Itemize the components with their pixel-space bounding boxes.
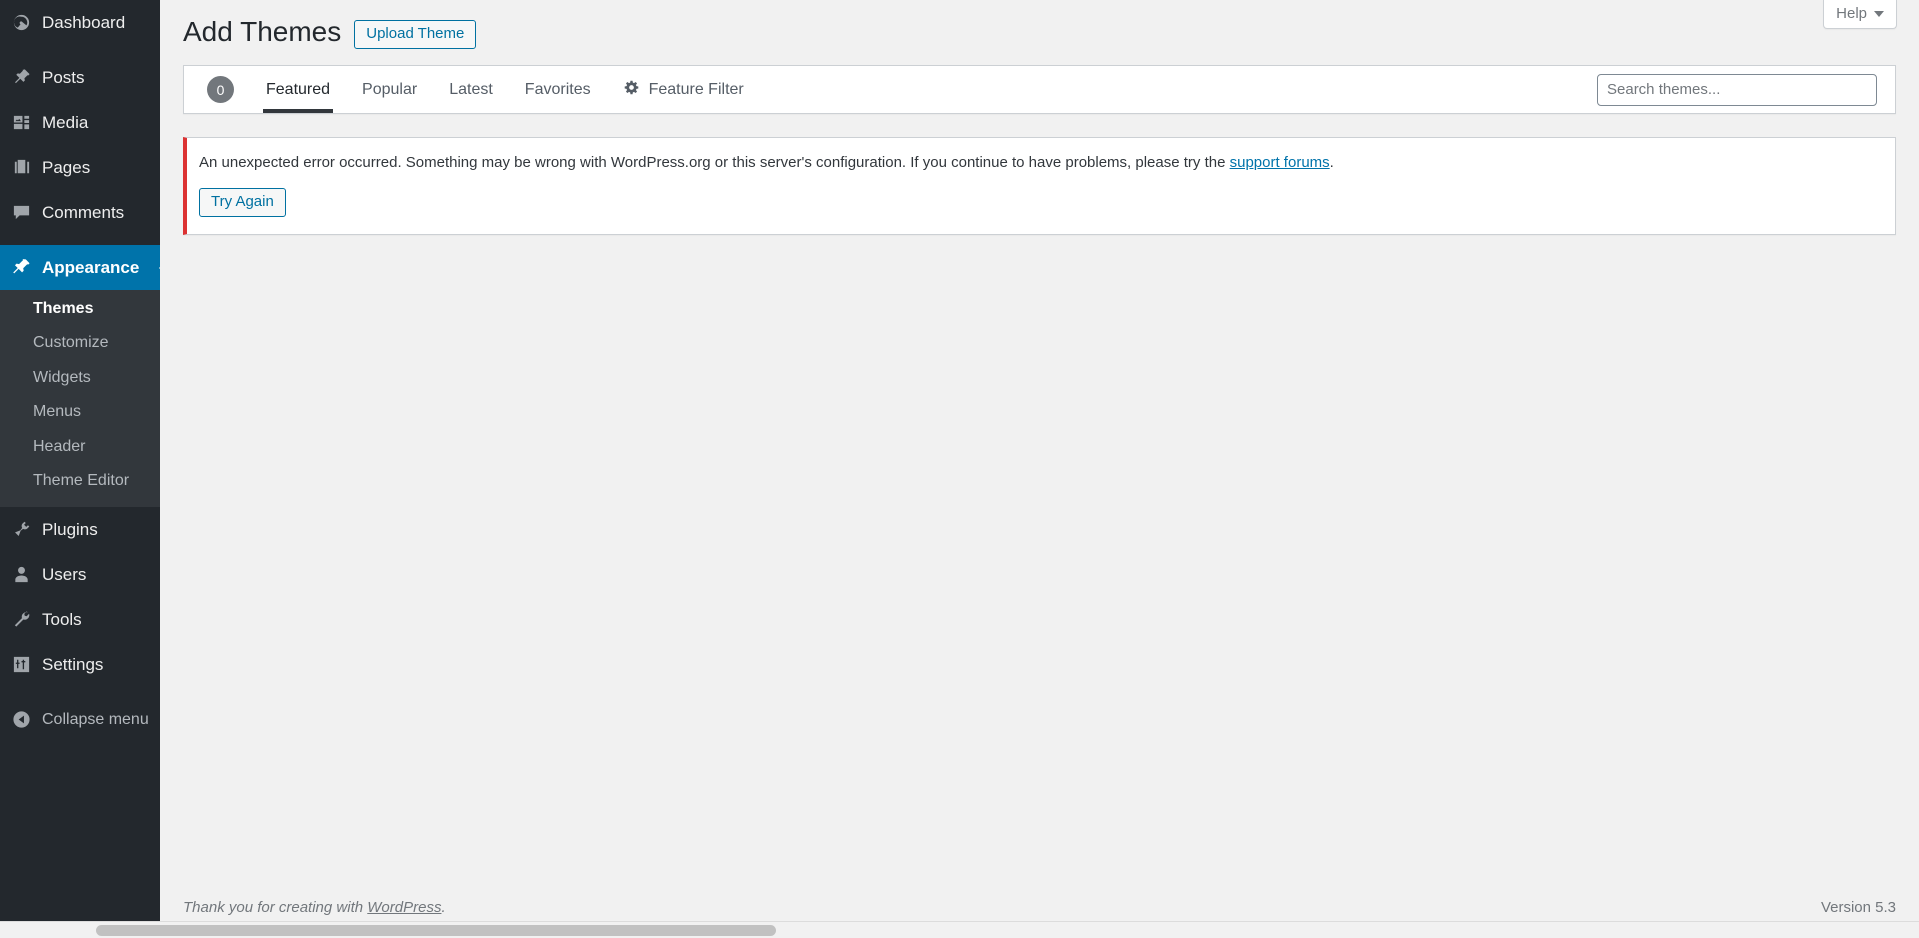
pin-icon bbox=[10, 67, 32, 89]
sidebar-item-label: Tools bbox=[42, 610, 82, 630]
sidebar-divider bbox=[0, 687, 160, 697]
scrollbar-thumb[interactable] bbox=[96, 925, 776, 936]
sidebar-item-tools[interactable]: Tools bbox=[0, 597, 160, 642]
sidebar-item-comments[interactable]: Comments bbox=[0, 190, 160, 235]
tab-favorites[interactable]: Favorites bbox=[509, 66, 607, 113]
sidebar-item-label: Posts bbox=[42, 68, 85, 87]
sidebar-divider bbox=[0, 235, 160, 245]
appearance-submenu: Themes Customize Widgets Menus Header Th… bbox=[0, 290, 160, 508]
sidebar-item-label: Users bbox=[42, 565, 87, 585]
error-text-after-link: . bbox=[1329, 154, 1334, 172]
gear-icon bbox=[623, 79, 640, 101]
appearance-brush-icon bbox=[10, 257, 32, 279]
tab-feature-filter-label: Feature Filter bbox=[648, 80, 744, 98]
horizontal-scrollbar[interactable] bbox=[0, 921, 1919, 938]
support-forums-link[interactable]: support forums bbox=[1230, 154, 1330, 171]
page-header: Add Themes Upload Theme bbox=[160, 0, 1919, 50]
footer-thanks: Thank you for creating with WordPress. bbox=[183, 899, 446, 916]
sidebar-item-posts[interactable]: Posts bbox=[0, 55, 160, 100]
sidebar-item-settings[interactable]: Settings bbox=[0, 642, 160, 687]
sidebar-item-pages[interactable]: Pages bbox=[0, 145, 160, 190]
media-icon bbox=[10, 112, 32, 134]
sidebar-item-dashboard[interactable]: Dashboard bbox=[0, 0, 160, 45]
sidebar-item-plugins[interactable]: Plugins bbox=[0, 507, 160, 552]
tab-popular[interactable]: Popular bbox=[346, 66, 433, 113]
sidebar-item-appearance[interactable]: Appearance bbox=[0, 245, 168, 290]
submenu-item-customize[interactable]: Customize bbox=[0, 326, 160, 360]
theme-tabs: Featured Popular Latest Favorites Featur… bbox=[250, 66, 760, 114]
submenu-item-themes[interactable]: Themes bbox=[0, 292, 160, 326]
sidebar-item-users[interactable]: Users bbox=[0, 552, 160, 597]
submenu-item-header[interactable]: Header bbox=[0, 430, 160, 464]
collapse-arrow-icon bbox=[10, 709, 32, 731]
footer-thanks-after: . bbox=[441, 899, 446, 916]
help-button[interactable]: Help bbox=[1823, 0, 1897, 29]
error-text-before-link: An unexpected error occurred. Something … bbox=[199, 154, 1230, 172]
dashboard-icon bbox=[10, 12, 32, 34]
admin-sidebar: Dashboard Posts Media Pages Comments App… bbox=[0, 0, 168, 938]
tab-feature-filter[interactable]: Feature Filter bbox=[607, 66, 760, 113]
tools-wrench-icon bbox=[10, 609, 32, 631]
theme-navigation-bar: 0 Featured Popular Latest Favorites Feat… bbox=[183, 65, 1896, 115]
try-again-button[interactable]: Try Again bbox=[199, 187, 286, 217]
tab-latest[interactable]: Latest bbox=[433, 66, 509, 113]
error-notice-text: An unexpected error occurred. Something … bbox=[199, 152, 1883, 175]
upload-theme-button[interactable]: Upload Theme bbox=[354, 19, 477, 49]
main-content: Help Add Themes Upload Theme 0 Featured … bbox=[160, 0, 1919, 938]
help-label: Help bbox=[1836, 5, 1867, 22]
plugins-icon bbox=[10, 519, 32, 541]
sidebar-item-label: Media bbox=[42, 113, 89, 132]
sidebar-item-media[interactable]: Media bbox=[0, 100, 160, 145]
sidebar-divider bbox=[0, 45, 160, 55]
theme-search-wrapper bbox=[1597, 73, 1877, 106]
sidebar-item-label: Dashboard bbox=[42, 13, 126, 32]
collapse-menu-label: Collapse menu bbox=[42, 710, 149, 728]
chevron-down-icon bbox=[1874, 10, 1884, 17]
pages-icon bbox=[10, 157, 32, 179]
tab-featured[interactable]: Featured bbox=[250, 66, 346, 114]
sidebar-item-label: Appearance bbox=[42, 258, 140, 277]
admin-page: Dashboard Posts Media Pages Comments App… bbox=[0, 0, 1919, 938]
footer-version: Version 5.3 bbox=[1820, 899, 1896, 916]
submenu-item-theme-editor[interactable]: Theme Editor bbox=[0, 464, 160, 498]
admin-footer: Thank you for creating with WordPress. V… bbox=[160, 889, 1919, 916]
theme-count-badge: 0 bbox=[207, 76, 234, 104]
search-input[interactable] bbox=[1597, 73, 1877, 106]
sidebar-item-label: Pages bbox=[42, 158, 91, 177]
footer-thanks-before: Thank you for creating with bbox=[183, 899, 368, 916]
users-icon bbox=[10, 564, 32, 586]
screen-meta-links: Help bbox=[1823, 0, 1897, 29]
wordpress-link[interactable]: WordPress bbox=[367, 899, 441, 916]
comments-icon bbox=[10, 202, 32, 224]
settings-sliders-icon bbox=[10, 654, 32, 676]
error-notice: An unexpected error occurred. Something … bbox=[183, 137, 1896, 235]
submenu-item-widgets[interactable]: Widgets bbox=[0, 361, 160, 395]
sidebar-item-label: Settings bbox=[42, 655, 104, 675]
collapse-menu-button[interactable]: Collapse menu bbox=[0, 697, 160, 742]
page-title: Add Themes bbox=[183, 16, 342, 47]
submenu-item-menus[interactable]: Menus bbox=[0, 395, 160, 429]
sidebar-item-label: Comments bbox=[42, 203, 125, 222]
sidebar-item-label: Plugins bbox=[42, 520, 98, 540]
